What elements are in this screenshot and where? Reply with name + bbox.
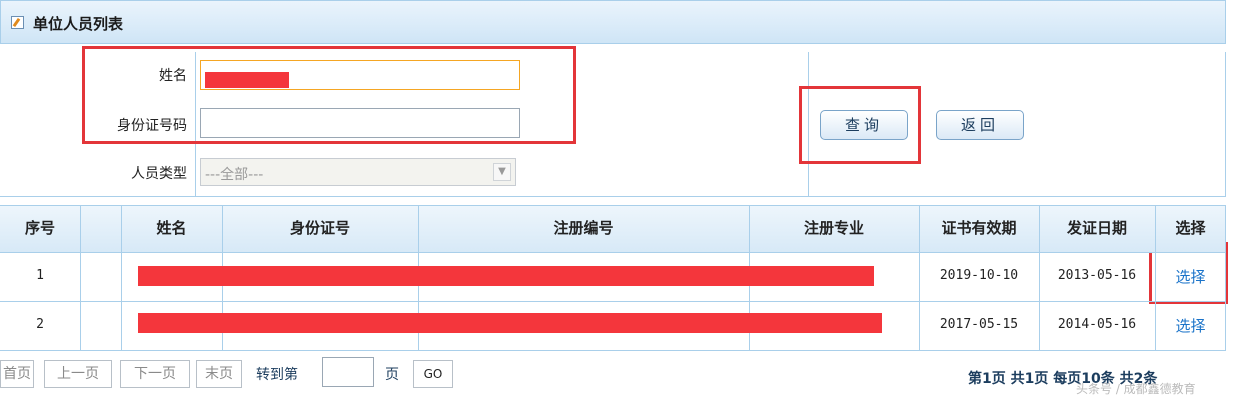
person-type-value: ---全部--- [205,167,264,183]
last-page-button[interactable]: 末页 [196,360,242,388]
column-header: 注册专业 [749,205,919,252]
column-header [80,205,121,252]
issue-date: 2014-05-16 [1057,317,1137,332]
back-button[interactable]: 返回 [936,110,1024,140]
table-row-index: 1 [36,268,44,283]
page-title: 单位人员列表 [33,15,124,33]
next-page-button[interactable]: 下一页 [120,360,190,388]
column-header: 姓名 [121,205,222,252]
goto-label: 转到第 [256,367,298,383]
cert-valid-date: 2019-10-10 [939,268,1019,283]
chevron-down-icon[interactable]: ▼ [493,163,511,181]
column-header: 发证日期 [1039,205,1155,252]
redaction-mark [138,313,882,333]
select-link[interactable]: 选择 [1155,266,1226,287]
column-header: 身份证号 [222,205,418,252]
person-type-select[interactable]: ---全部--- ▼ [200,158,516,186]
redaction-mark [138,266,874,286]
person-type-label: 人员类型 [131,166,187,182]
table-row-index: 2 [36,317,44,332]
edit-icon [11,16,24,29]
first-page-button[interactable]: 首页 [0,360,34,388]
column-header: 证书有效期 [919,205,1039,252]
go-button[interactable]: GO [413,360,453,388]
cert-valid-date: 2017-05-15 [939,317,1019,332]
highlight-box-form [82,46,576,144]
page-suffix-label: 页 [385,367,399,383]
column-header: 注册编号 [418,205,749,252]
issue-date: 2013-05-16 [1057,268,1137,283]
personnel-table: 序号 姓名 身份证号 注册编号 注册专业 证书有效期 发证日期 选择 1 201… [0,205,1226,351]
prev-page-button[interactable]: 上一页 [44,360,112,388]
watermark: 头条号 / 成都鑫德教育 [1076,382,1196,396]
highlight-box-query [799,86,921,164]
column-header: 选择 [1155,205,1226,252]
column-header: 序号 [0,205,80,252]
panel-title-bar: 单位人员列表 [0,0,1226,44]
select-link[interactable]: 选择 [1155,315,1226,336]
page-number-input[interactable] [322,357,374,387]
